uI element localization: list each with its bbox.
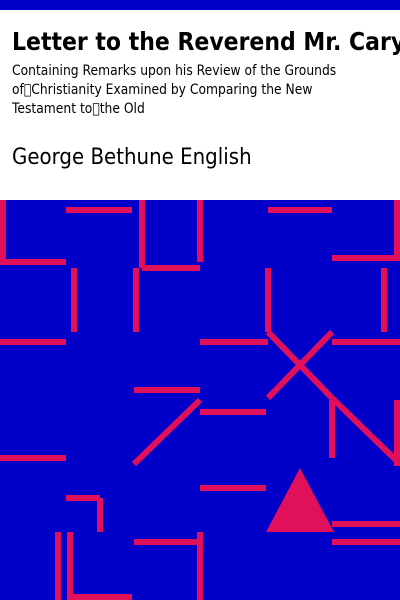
book-title: Letter to the Reverend Mr. Cary — [12, 27, 400, 56]
book-subtitle: Containing Remarks upon his Review of th… — [12, 63, 337, 117]
book-cover: Letter to the Reverend Mr. Cary Containi… — [0, 0, 400, 600]
book-author: George Bethune English — [12, 145, 252, 170]
top-color-bar — [0, 0, 400, 10]
cover-art-pattern — [0, 200, 400, 600]
